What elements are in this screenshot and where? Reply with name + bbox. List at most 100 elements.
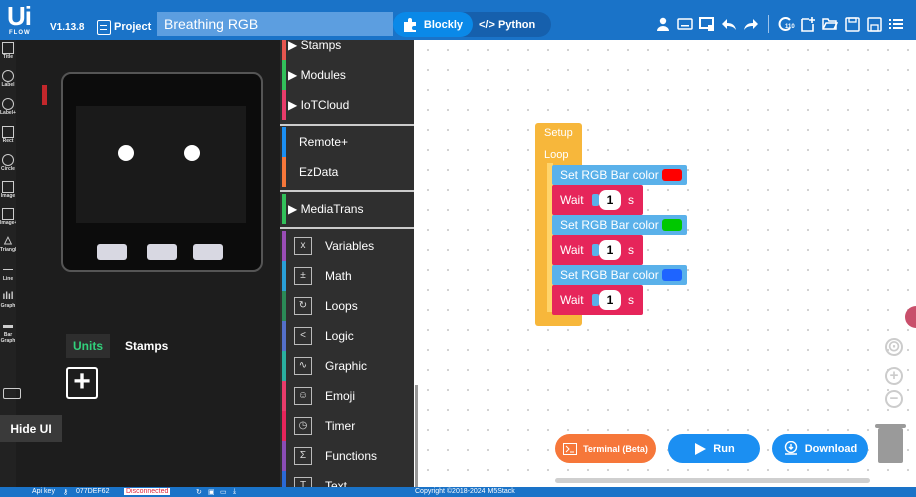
variables-icon: x — [294, 237, 312, 255]
category-label: Graphic — [325, 359, 368, 373]
terminal-button[interactable]: Terminal (Beta) — [555, 434, 656, 463]
user-icon[interactable] — [652, 13, 674, 35]
tool-circle[interactable]: Circle — [0, 154, 16, 182]
keyboard-icon[interactable] — [674, 13, 696, 35]
terminal-label: Terminal (Beta) — [583, 443, 648, 454]
toolbox-divider — [280, 227, 414, 229]
tool-bar-graph[interactable]: ▬ Bar Graph — [0, 320, 16, 348]
category-mediatrans[interactable]: ▶ MediaTrans — [280, 194, 414, 224]
tool-label: Rect — [2, 138, 14, 144]
category-remote-plus[interactable]: Remote+ — [280, 127, 414, 157]
stamps-tab[interactable]: Stamps — [125, 339, 168, 353]
set-rgb-block-blue[interactable]: Set RGB Bar color — [552, 265, 687, 285]
settings-icon[interactable]: 110 — [775, 13, 797, 35]
open-folder-icon[interactable] — [819, 13, 841, 35]
tool-image-plus[interactable]: Image+ — [0, 208, 17, 236]
wait-seconds-input[interactable]: 1 — [599, 290, 621, 310]
recenter-icon[interactable]: ⊙ — [885, 338, 903, 356]
wait-seconds-input[interactable]: 1 — [599, 240, 621, 260]
save-as-icon[interactable] — [863, 13, 885, 35]
category-color-bar — [282, 381, 286, 411]
project-name-input[interactable] — [157, 12, 393, 36]
workspace-horizontal-scrollbar[interactable] — [555, 478, 870, 483]
python-mode-button[interactable]: </> Python — [475, 12, 551, 37]
tool-label: Label+ — [0, 110, 16, 116]
download-button[interactable]: Download — [772, 434, 868, 463]
category-logic[interactable]: < Logic — [280, 321, 414, 351]
category-timer[interactable]: ◷ Timer — [280, 411, 414, 441]
add-unit-button[interactable]: + — [66, 367, 98, 399]
download-label: Download — [804, 442, 858, 455]
category-loops[interactable]: ↻ Loops — [280, 291, 414, 321]
category-emoji[interactable]: ☺ Emoji — [280, 381, 414, 411]
color-swatch-blue[interactable] — [662, 269, 682, 281]
zoom-in-icon[interactable]: + — [885, 367, 903, 385]
wait-seconds-input[interactable]: 1 — [599, 190, 621, 210]
set-rgb-block-red[interactable]: Set RGB Bar color — [552, 165, 687, 185]
category-color-bar — [282, 60, 286, 90]
tool-image[interactable]: Image — [0, 181, 16, 209]
color-swatch-red[interactable] — [662, 169, 682, 181]
category-label: Remote+ — [299, 135, 349, 149]
unit-label: s — [628, 243, 634, 257]
wait-block[interactable]: Wait 1 s — [552, 185, 643, 215]
units-tab[interactable]: Units — [66, 334, 110, 358]
device-side-indicator — [42, 85, 47, 105]
category-functions[interactable]: Σ Functions — [280, 441, 414, 471]
api-key-value: 077DEF62 — [76, 488, 110, 495]
category-color-bar — [282, 231, 286, 261]
unit-label: s — [628, 193, 634, 207]
new-file-icon[interactable] — [797, 13, 819, 35]
wait-block[interactable]: Wait 1 s — [552, 285, 643, 315]
run-label: Run — [713, 442, 735, 455]
folder-icon[interactable]: ▭ — [220, 488, 227, 496]
save-icon[interactable] — [841, 13, 863, 35]
project-button[interactable]: Project — [97, 16, 151, 38]
math-icon: ± — [294, 267, 312, 285]
category-stamps[interactable]: ▶ Stamps — [280, 40, 414, 60]
tool-label: Circle — [1, 166, 15, 172]
key-icon: ⚷ — [63, 489, 69, 496]
emoji-icon: ☺ — [294, 387, 312, 405]
tool-line[interactable]: — Line — [0, 264, 16, 292]
tool-rect[interactable]: Rect — [0, 126, 16, 154]
tool-title[interactable]: Title — [0, 42, 16, 70]
save-device-icon[interactable]: ▣ — [208, 488, 215, 496]
color-swatch-green[interactable] — [662, 219, 682, 231]
tool-label-plus[interactable]: Label+ — [0, 98, 16, 126]
tool-graph[interactable]: ılıl Graph — [0, 291, 16, 319]
zoom-out-icon[interactable]: − — [885, 390, 903, 408]
redo-icon[interactable] — [740, 13, 762, 35]
category-math[interactable]: ± Math — [280, 261, 414, 291]
toolbox-divider — [280, 190, 414, 192]
device-icon[interactable] — [696, 13, 718, 35]
tool-label[interactable]: Label — [0, 70, 16, 98]
screen-circle-right[interactable] — [184, 145, 200, 161]
keyboard-icon[interactable] — [3, 388, 21, 399]
menu-icon[interactable] — [885, 13, 907, 35]
wait-block[interactable]: Wait 1 s — [552, 235, 643, 265]
category-color-bar — [282, 441, 286, 471]
upload-icon[interactable]: ⤓ — [233, 488, 236, 496]
functions-icon: Σ — [294, 447, 312, 465]
puzzle-icon — [403, 17, 416, 32]
category-label: Math — [325, 269, 352, 283]
screen-circle-left[interactable] — [118, 145, 134, 161]
hide-ui-button[interactable]: Hide UI — [0, 415, 62, 442]
category-graphic[interactable]: ∿ Graphic — [280, 351, 414, 381]
category-ezdata[interactable]: EzData — [280, 157, 414, 187]
category-modules[interactable]: ▶ Modules — [280, 60, 414, 90]
tool-triangle[interactable]: △ Triangle — [0, 235, 19, 263]
undo-icon[interactable] — [718, 13, 740, 35]
device-screen[interactable] — [76, 106, 246, 223]
blockly-mode-button[interactable]: Blockly — [393, 12, 473, 37]
category-variables[interactable]: x Variables — [280, 231, 414, 261]
run-button[interactable]: Run — [668, 434, 760, 463]
block-label: Wait — [560, 193, 584, 207]
trash-icon[interactable] — [875, 424, 906, 463]
set-rgb-block-green[interactable]: Set RGB Bar color — [552, 215, 687, 235]
connection-status[interactable]: Disconnected — [124, 488, 171, 495]
category-iotcloud[interactable]: ▶ IoTCloud — [280, 90, 414, 120]
graphic-icon: ∿ — [294, 357, 312, 375]
refresh-icon[interactable]: ↻ — [196, 488, 202, 496]
